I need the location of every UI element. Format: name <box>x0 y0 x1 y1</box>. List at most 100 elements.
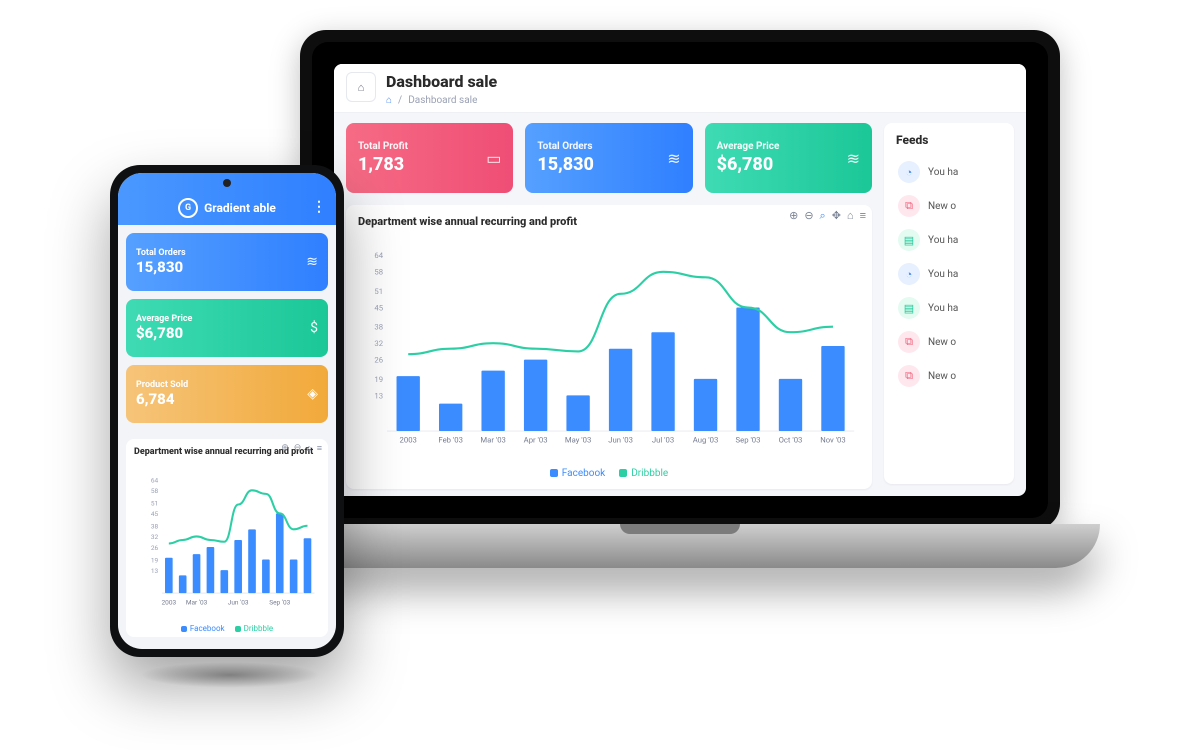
svg-text:Sep '03: Sep '03 <box>736 436 761 445</box>
phone-menu-button[interactable]: ⋮ <box>312 199 326 215</box>
breadcrumb-home-icon[interactable]: ⌂ <box>386 95 392 106</box>
page-title: Dashboard sale <box>386 72 497 91</box>
feed-text: You ha <box>928 235 958 246</box>
phone-legend-facebook[interactable]: Facebook <box>181 624 225 633</box>
dollar-icon: $ <box>310 320 318 336</box>
feed-text: You ha <box>928 269 958 280</box>
feed-item[interactable]: ⧉New o <box>896 325 1002 359</box>
chart-title: Department wise annual recurring and pro… <box>358 215 860 228</box>
svg-text:2003: 2003 <box>400 436 417 445</box>
phone-legend-dribbble[interactable]: Dribbble <box>235 624 274 633</box>
minus-icon[interactable]: ⊖ <box>804 209 813 223</box>
feeds-title: Feeds <box>896 133 1002 147</box>
chart-svg: 1319263238455158642003Feb '03Mar '03Apr … <box>358 234 860 464</box>
phone-shadow <box>140 662 320 688</box>
breadcrumb: ⌂ / Dashboard sale <box>386 95 497 106</box>
svg-text:38: 38 <box>374 323 383 332</box>
svg-text:2003: 2003 <box>162 598 177 606</box>
chart-panel: Department wise annual recurring and pro… <box>346 205 872 489</box>
kpi-value: 15,830 <box>537 154 594 175</box>
kpi-card-blue[interactable]: Total Orders 15,830 ≋ <box>525 123 692 193</box>
svg-text:51: 51 <box>374 287 383 296</box>
page-header: ⌂ Dashboard sale ⌂ / Dashboard sale <box>334 64 1026 113</box>
svg-text:Jun '03: Jun '03 <box>228 598 249 606</box>
svg-text:Nov '03: Nov '03 <box>820 436 846 445</box>
phone-card-label: Average Price <box>136 314 192 324</box>
feed-text: You ha <box>928 303 958 314</box>
home-icon[interactable]: ⌂ <box>306 443 311 454</box>
svg-text:Mar '03: Mar '03 <box>186 598 208 606</box>
svg-text:Jul '03: Jul '03 <box>652 436 674 445</box>
cart-icon: ⧉ <box>898 195 920 217</box>
kpi-label: Total Orders <box>537 141 594 152</box>
feed-item[interactable]: ▤ You ha <box>896 223 1002 257</box>
file-icon: ▤ <box>898 229 920 251</box>
svg-text:38: 38 <box>151 522 159 530</box>
kpi-card-red[interactable]: Total Profit1,783▭ <box>346 123 513 193</box>
file-icon: ▤ <box>898 297 920 319</box>
brand-logo-icon: G <box>178 198 198 218</box>
kpi-card-green[interactable]: Average Price$6,780≋ <box>705 123 872 193</box>
svg-text:45: 45 <box>151 510 159 518</box>
feed-item[interactable]: ◔You ha <box>896 257 1002 291</box>
svg-text:May '03: May '03 <box>565 436 591 445</box>
laptop-device: ⌂ Dashboard sale ⌂ / Dashboard sale <box>260 30 1100 585</box>
plus-icon[interactable]: ⊕ <box>281 443 289 454</box>
zoom-icon[interactable]: ⌕ <box>820 209 826 223</box>
minus-icon[interactable]: ⊖ <box>294 443 302 454</box>
svg-text:26: 26 <box>374 356 383 365</box>
hand-icon[interactable]: ✥ <box>832 209 841 223</box>
svg-text:58: 58 <box>151 487 159 495</box>
phone-camera <box>223 179 231 187</box>
svg-text:32: 32 <box>374 339 383 348</box>
phone-chart-panel: Department wise annual recurring and pro… <box>126 439 328 637</box>
laptop-notch <box>620 524 740 534</box>
phone-card-orange[interactable]: Product Sold6,784 ◈ <box>126 365 328 423</box>
laptop-screen: ⌂ Dashboard sale ⌂ / Dashboard sale <box>334 64 1026 496</box>
legend-dribbble[interactable]: Dribbble <box>619 468 668 479</box>
phone-card-value: $6,780 <box>136 324 192 342</box>
phone-card-value: 6,784 <box>136 390 188 408</box>
feed-item[interactable]: ⧉ New o <box>896 189 1002 223</box>
database-icon: ≋ <box>306 254 318 270</box>
plus-icon[interactable]: ⊕ <box>789 209 798 223</box>
chart-legend: Facebook Dribbble <box>358 468 860 479</box>
svg-text:19: 19 <box>374 375 383 384</box>
phone-card-green[interactable]: Average Price$6,780 $ <box>126 299 328 357</box>
feed-text: You ha <box>928 167 958 178</box>
svg-text:26: 26 <box>151 544 159 552</box>
svg-text:Aug '03: Aug '03 <box>693 436 719 445</box>
feed-item[interactable]: ▤ You ha <box>896 291 1002 325</box>
kpi-label: Total Profit <box>358 141 408 152</box>
phone-card-label: Product Sold <box>136 380 188 390</box>
feed-item[interactable]: ◔You ha <box>896 155 1002 189</box>
feed-item[interactable]: ⧉New o <box>896 359 1002 393</box>
kpi-value: $6,780 <box>717 154 780 175</box>
home-button[interactable]: ⌂ <box>346 72 376 102</box>
phone-card-blue[interactable]: Total Orders15,830≋ <box>126 233 328 291</box>
menu-icon[interactable]: ≡ <box>317 443 322 454</box>
svg-text:Oct '03: Oct '03 <box>779 436 803 445</box>
svg-text:58: 58 <box>374 268 383 277</box>
laptop-bezel: ⌂ Dashboard sale ⌂ / Dashboard sale <box>312 42 1048 518</box>
tag-icon: ◈ <box>307 386 318 402</box>
svg-text:13: 13 <box>374 391 383 400</box>
phone-device: G Gradient able ⋮ Total Orders15,830≋ Ave… <box>110 165 344 657</box>
phone-chart-toolbar: ⊕ ⊖ ⌂ ≡ <box>281 443 322 454</box>
home-icon: ⌂ <box>358 81 365 94</box>
feed-text: New o <box>928 371 956 382</box>
kpi-row: Total Profit1,783▭ Total Orders 15,830 ≋ Ave… <box>346 123 872 193</box>
svg-text:19: 19 <box>151 556 159 564</box>
dashboard-app: ⌂ Dashboard sale ⌂ / Dashboard sale <box>334 64 1026 496</box>
svg-text:64: 64 <box>374 251 383 260</box>
database-icon: ≋ <box>667 149 680 168</box>
menu-icon[interactable]: ≡ <box>860 209 866 223</box>
legend-facebook[interactable]: Facebook <box>550 468 605 479</box>
brand-name: Gradient able <box>204 201 276 215</box>
feed-text: New o <box>928 201 956 212</box>
svg-text:13: 13 <box>151 567 159 575</box>
breadcrumb-sep: / <box>398 95 402 106</box>
home-icon[interactable]: ⌂ <box>847 209 854 223</box>
svg-text:45: 45 <box>374 303 383 312</box>
svg-text:Apr '03: Apr '03 <box>524 436 548 445</box>
